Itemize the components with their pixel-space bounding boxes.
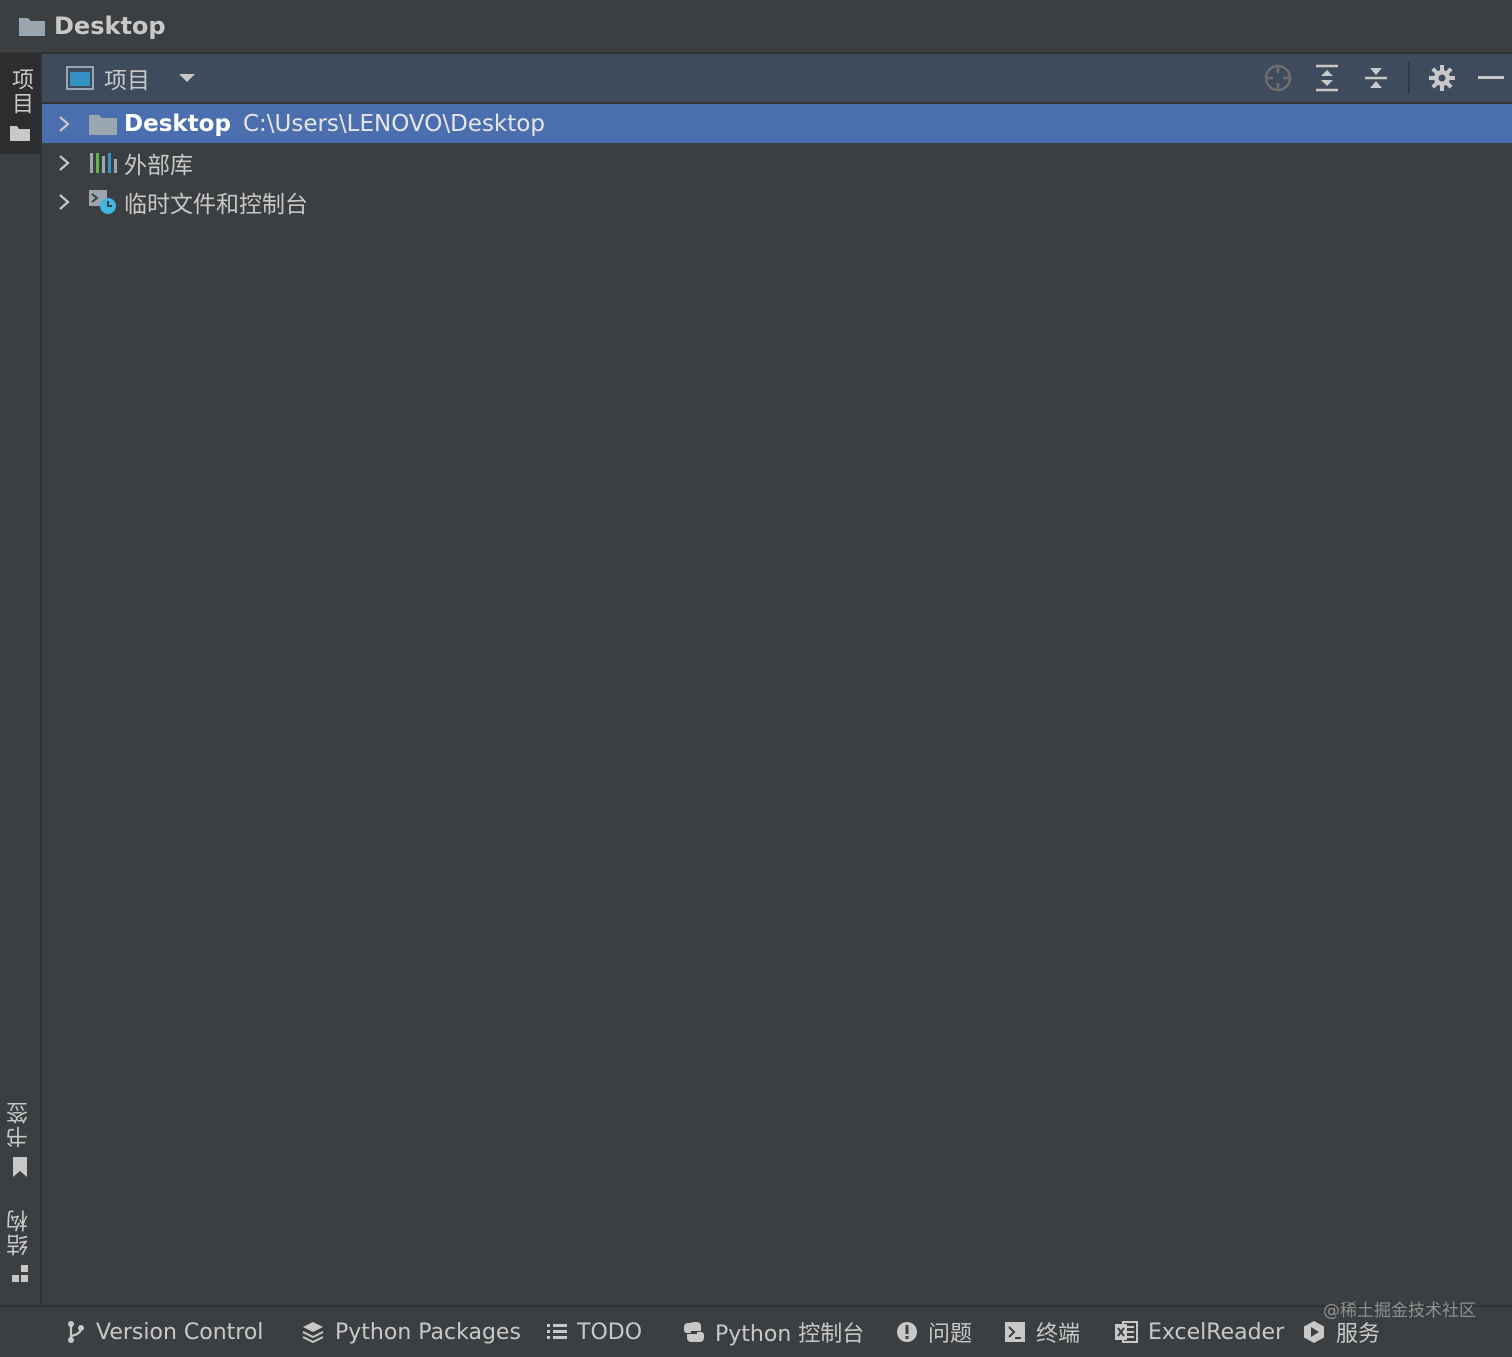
layers-icon: [302, 1322, 324, 1344]
expand-all-button[interactable]: [1310, 61, 1344, 95]
tab-label: Python Packages: [335, 1319, 521, 1345]
bookmarks-tool-tab[interactable]: 书签: [0, 1100, 40, 1182]
panel-toolbar: [1261, 54, 1512, 102]
tree-row-desktop[interactable]: Desktop C:\Users\LENOVO\Desktop: [42, 104, 1512, 143]
terminal-tab[interactable]: 终端: [1004, 1307, 1080, 1357]
play-circle-icon: [1304, 1321, 1324, 1343]
tab-label: ExcelReader: [1148, 1319, 1285, 1345]
tab-label: 终端: [1036, 1322, 1081, 1347]
gear-icon: [1429, 65, 1455, 91]
hide-panel-button[interactable]: [1474, 61, 1508, 95]
structure-icon: [12, 1265, 28, 1282]
tab-label: 问题: [928, 1322, 973, 1347]
select-opened-file-button[interactable]: [1261, 61, 1295, 95]
branch-icon: [68, 1321, 84, 1343]
problems-tab[interactable]: 问题: [896, 1307, 972, 1357]
project-tree: Desktop C:\Users\LENOVO\Desktop 外部库 临时文件…: [42, 104, 1512, 221]
project-view-icon: [66, 66, 94, 90]
project-tool-tab[interactable]: 项目: [0, 54, 40, 154]
bookmark-icon: [13, 1157, 27, 1177]
python-packages-tab[interactable]: Python Packages: [301, 1307, 521, 1357]
project-tab-label: 项目: [8, 68, 33, 116]
collapse-all-icon: [1365, 68, 1387, 88]
python-console-tab[interactable]: Python 控制台: [683, 1307, 864, 1357]
list-icon: [547, 1324, 567, 1339]
scratch-clock-icon: [89, 189, 116, 214]
todo-tab[interactable]: TODO: [547, 1307, 642, 1357]
bookmarks-tab-label: 书签: [7, 1100, 32, 1148]
library-icon: [90, 152, 117, 173]
folder-icon: [19, 18, 45, 36]
tab-label: Version Control: [96, 1319, 264, 1345]
minimize-icon: [1478, 76, 1504, 79]
tree-row-external-libraries[interactable]: 外部库: [42, 143, 1512, 182]
chevron-right-icon[interactable]: [54, 114, 74, 134]
project-panel-header: 项目: [42, 54, 1512, 104]
project-view-selector[interactable]: 项目: [104, 61, 150, 95]
chevron-down-icon[interactable]: [178, 72, 196, 84]
warning-icon: [897, 1322, 917, 1342]
watermark: @稀土掘金技术社区: [1323, 1301, 1476, 1321]
tree-item-path: C:\Users\LENOVO\Desktop: [242, 110, 545, 137]
tree-item-label: Desktop: [124, 110, 231, 137]
folder-icon: [89, 114, 117, 135]
toolbar-separator: [1408, 62, 1410, 94]
chevron-right-icon[interactable]: [54, 192, 74, 212]
left-tool-strip: 项目 书签 结构: [0, 54, 42, 1305]
terminal-icon: [1005, 1322, 1025, 1342]
tree-item-label: 临时文件和控制台: [124, 191, 308, 218]
excel-icon: [1115, 1321, 1138, 1343]
tab-label: Python 控制台: [715, 1322, 865, 1347]
version-control-tab[interactable]: Version Control: [66, 1307, 263, 1357]
tree-row-scratches-consoles[interactable]: 临时文件和控制台: [42, 182, 1512, 221]
bottom-tool-bar: Version Control Python Packages TODO Pyt…: [0, 1305, 1512, 1357]
settings-button[interactable]: [1425, 61, 1459, 95]
excelreader-tab[interactable]: ExcelReader: [1114, 1307, 1284, 1357]
window-title: Desktop: [54, 12, 166, 40]
collapse-all-button[interactable]: [1359, 61, 1393, 95]
chevron-right-icon[interactable]: [54, 153, 74, 173]
structure-tab-label: 结构: [7, 1208, 32, 1256]
expand-all-icon: [1316, 64, 1338, 92]
tree-item-label: 外部库: [124, 152, 193, 179]
structure-tool-tab[interactable]: 结构: [0, 1208, 40, 1288]
crosshair-icon: [1264, 64, 1292, 92]
folder-icon: [10, 126, 30, 141]
window-title-bar: Desktop: [0, 0, 1512, 54]
python-icon: [684, 1322, 704, 1342]
tab-label: TODO: [577, 1319, 643, 1345]
